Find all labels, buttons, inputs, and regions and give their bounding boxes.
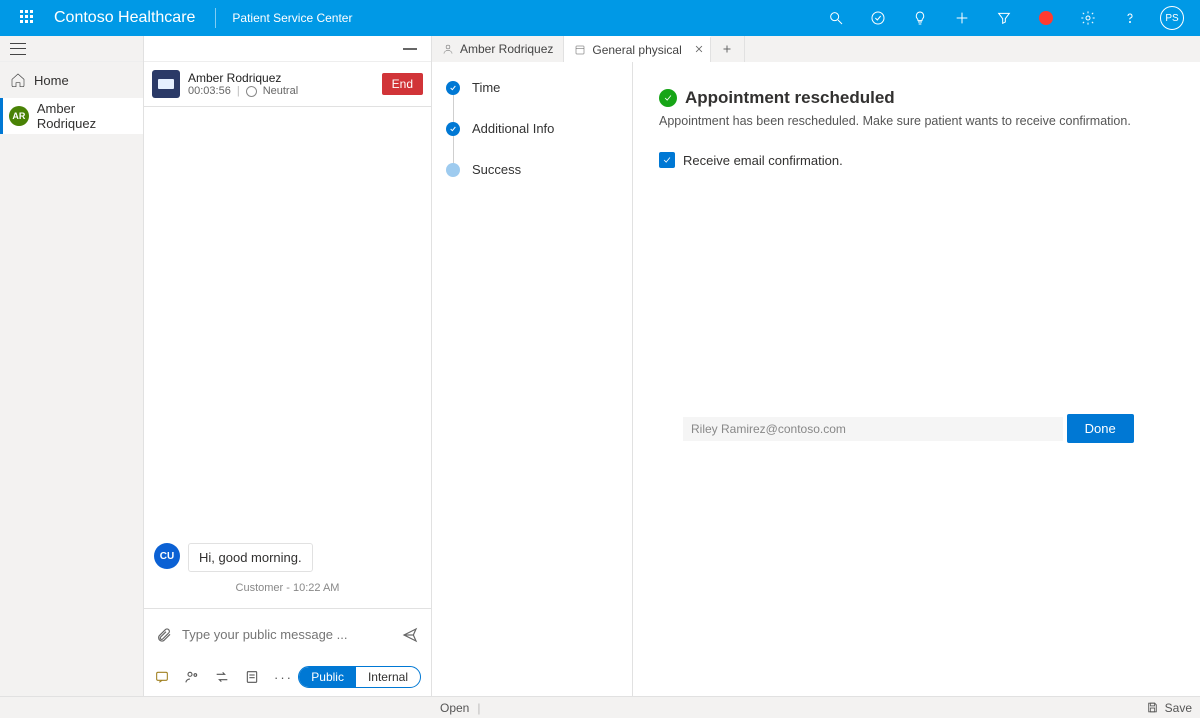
nav-home[interactable]: Home	[0, 62, 143, 98]
step-success[interactable]: Success	[446, 162, 618, 177]
chat-input[interactable]	[182, 627, 391, 642]
settings-gear-icon[interactable]	[1072, 0, 1104, 36]
nav-home-label: Home	[34, 73, 69, 88]
seg-internal[interactable]: Internal	[356, 667, 420, 687]
save-icon[interactable]	[1146, 701, 1159, 714]
end-conversation-button[interactable]: End	[382, 73, 423, 95]
done-button[interactable]: Done	[1067, 414, 1134, 443]
seg-public[interactable]: Public	[299, 667, 356, 687]
success-check-icon	[659, 89, 677, 107]
status-open[interactable]: Open	[440, 701, 469, 715]
message-avatar: CU	[154, 543, 180, 569]
detail-column: Appointment rescheduled Appointment has …	[632, 62, 1200, 696]
consult-icon[interactable]	[184, 669, 200, 685]
chat-message: CU Hi, good morning.	[154, 543, 421, 572]
notes-icon[interactable]	[244, 669, 260, 685]
close-tab-icon[interactable]	[694, 43, 704, 57]
form-icon	[574, 44, 586, 56]
task-check-icon[interactable]	[862, 0, 894, 36]
send-icon[interactable]	[401, 627, 419, 643]
help-icon[interactable]	[1114, 0, 1146, 36]
user-initials: PS	[1160, 6, 1184, 30]
brand-title: Contoso Healthcare	[54, 9, 195, 27]
email-confirm-checkbox[interactable]	[659, 152, 675, 168]
app-launcher-icon[interactable]	[12, 0, 44, 36]
filter-icon[interactable]	[988, 0, 1020, 36]
lightbulb-icon[interactable]	[904, 0, 936, 36]
step-label: Additional Info	[472, 121, 554, 136]
status-bar: Open | Save	[0, 696, 1200, 718]
chat-transcript: CU Hi, good morning. Customer - 10:22 AM	[144, 107, 431, 608]
tab-bar: Amber Rodriquez General physical	[432, 36, 1200, 62]
detail-subtitle: Appointment has been rescheduled. Make s…	[659, 114, 1174, 128]
more-icon[interactable]: ···	[274, 670, 293, 685]
step-label: Time	[472, 80, 500, 95]
chat-sentiment: Neutral	[263, 85, 298, 97]
chat-duration: 00:03:56	[188, 85, 231, 97]
chat-header: Amber Rodriquez 00:03:56 | Neutral End	[144, 62, 431, 107]
home-icon	[10, 72, 26, 88]
recording-indicator-icon[interactable]	[1030, 0, 1062, 36]
step-label: Success	[472, 162, 521, 177]
quick-reply-icon[interactable]	[154, 669, 170, 685]
chat-panel: Amber Rodriquez 00:03:56 | Neutral End C…	[144, 36, 432, 696]
status-save[interactable]: Save	[1165, 701, 1192, 715]
divider	[215, 8, 216, 28]
hamburger-icon[interactable]	[10, 43, 26, 55]
email-confirm-label: Receive email confirmation.	[683, 153, 843, 168]
channel-icon	[152, 70, 180, 98]
chat-action-row: ··· Public Internal	[144, 660, 431, 696]
step-dot-done-icon	[446, 122, 460, 136]
new-tab-button[interactable]	[711, 36, 745, 62]
session-label: Amber Rodriquez	[37, 101, 137, 131]
chat-input-row	[144, 608, 431, 660]
person-icon	[442, 43, 454, 55]
tab-label: Amber Rodriquez	[460, 42, 553, 56]
user-avatar[interactable]: PS	[1156, 0, 1188, 36]
search-icon[interactable]	[820, 0, 852, 36]
email-field[interactable]	[683, 417, 1063, 441]
tab-amber[interactable]: Amber Rodriquez	[432, 36, 564, 62]
main-panel: Amber Rodriquez General physical	[432, 36, 1200, 696]
step-time[interactable]: Time	[446, 80, 618, 95]
left-rail: Home AR Amber Rodriquez	[0, 36, 144, 696]
detail-title: Appointment rescheduled	[685, 88, 895, 108]
transfer-icon[interactable]	[214, 669, 230, 685]
nav-session-amber[interactable]: AR Amber Rodriquez	[0, 98, 143, 134]
message-text: Hi, good morning.	[188, 543, 313, 572]
step-column: Time Additional Info Success	[432, 62, 632, 696]
sentiment-icon	[246, 86, 257, 97]
attachment-icon[interactable]	[156, 626, 172, 644]
step-additional-info[interactable]: Additional Info	[446, 121, 618, 136]
tab-label: General physical	[592, 43, 681, 57]
global-header: Contoso Healthcare Patient Service Cente…	[0, 0, 1200, 36]
chat-customer-name: Amber Rodriquez	[188, 71, 374, 85]
add-icon[interactable]	[946, 0, 978, 36]
session-avatar: AR	[9, 106, 29, 126]
message-meta: Customer - 10:22 AM	[154, 582, 421, 594]
visibility-toggle[interactable]: Public Internal	[298, 666, 421, 688]
step-dot-current-icon	[446, 163, 460, 177]
step-dot-done-icon	[446, 81, 460, 95]
brand-subtitle: Patient Service Center	[232, 11, 352, 25]
tab-general-physical[interactable]: General physical	[564, 36, 710, 62]
minimize-icon[interactable]	[403, 48, 417, 50]
